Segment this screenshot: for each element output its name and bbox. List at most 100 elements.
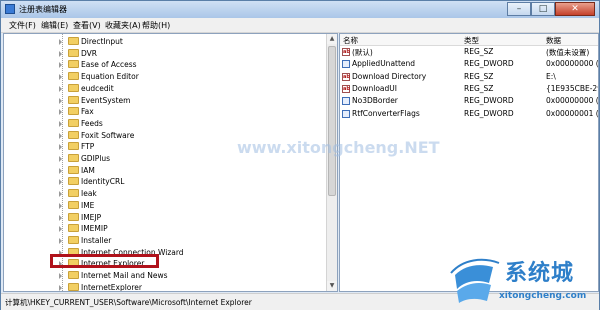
tree-item[interactable]: IdentityCRL [59, 176, 259, 187]
tree-item-label: GDIPlus [81, 154, 111, 163]
expand-arrow-icon[interactable] [59, 144, 62, 151]
tree-scrollbar[interactable]: ▲ ▼ [326, 34, 337, 291]
folder-icon [68, 95, 79, 104]
minimize-button[interactable]: – [507, 2, 531, 16]
expand-arrow-icon[interactable] [59, 74, 62, 81]
tree-item[interactable]: DVR [59, 48, 259, 59]
tree-item[interactable]: Fax [59, 106, 259, 117]
expand-arrow-icon[interactable] [59, 132, 62, 139]
value-name: AppliedUnattend [352, 59, 416, 69]
tree-item[interactable]: InternetExplorer [59, 282, 259, 292]
expand-arrow-icon[interactable] [59, 39, 62, 45]
tree-item[interactable]: Feeds [59, 118, 259, 129]
value-type: REG_DWORD [464, 96, 514, 106]
expand-arrow-icon[interactable] [59, 167, 62, 174]
expand-arrow-icon[interactable] [59, 156, 62, 162]
folder-icon [68, 60, 79, 69]
expand-arrow-icon[interactable] [59, 191, 62, 198]
expand-arrow-icon[interactable] [59, 273, 62, 279]
close-button[interactable]: ✕ [555, 2, 595, 16]
tree-item[interactable]: eudcedit [59, 83, 259, 94]
column-type[interactable]: 类型 [464, 35, 479, 46]
value-name: DownloadUI [352, 83, 397, 93]
tree-item[interactable]: DirectInput [59, 36, 259, 47]
expand-arrow-icon[interactable] [59, 284, 62, 291]
tree-item[interactable]: EventSystem [59, 95, 259, 106]
tree-item[interactable]: Ease of Access [59, 59, 259, 70]
value-name: Download Directory [352, 71, 427, 81]
expand-arrow-icon[interactable] [59, 202, 62, 209]
menu-help[interactable]: 帮助(H) [142, 20, 170, 31]
tree-item[interactable]: IMEJP [59, 212, 259, 223]
tree-item[interactable]: Equation Editor [59, 71, 259, 82]
tree-item[interactable]: Ieak [59, 188, 259, 199]
scroll-down-icon[interactable]: ▼ [327, 281, 337, 291]
string-value-icon: ab [342, 72, 350, 81]
tree-item[interactable]: FTP [59, 141, 259, 152]
maximize-button[interactable]: □ [531, 2, 555, 16]
value-row[interactable]: ab Download Directory REG_SZ E:\ [340, 71, 598, 83]
regedit-window: 注册表编辑器 – □ ✕ 文件(F) 编辑(E) 查看(V) 收藏夹(A) 帮助… [0, 0, 600, 310]
folder-icon [68, 72, 79, 81]
tree-item[interactable]: Internet Mail and News [59, 270, 259, 281]
menu-edit[interactable]: 编辑(E) [41, 20, 68, 31]
menu-view[interactable]: 查看(V) [73, 20, 101, 31]
site-logo: 系统城 xitongcheng.com [449, 251, 599, 309]
expand-arrow-icon[interactable] [59, 109, 62, 116]
tree-item[interactable]: IAM [59, 165, 259, 176]
expand-arrow-icon[interactable] [59, 179, 62, 186]
value-type: REG_DWORD [464, 108, 514, 118]
window-controls: – □ ✕ [507, 2, 595, 16]
scroll-thumb[interactable] [328, 46, 336, 196]
string-value-icon: ab [342, 84, 350, 93]
column-data[interactable]: 数据 [546, 35, 561, 46]
expand-arrow-icon[interactable] [59, 120, 62, 127]
tree-item-label: IdentityCRL [81, 177, 125, 187]
expand-arrow-icon[interactable] [59, 97, 62, 104]
column-name[interactable]: 名称 [343, 35, 358, 46]
menu-file[interactable]: 文件(F) [9, 20, 36, 31]
title-bar[interactable]: 注册表编辑器 – □ ✕ [1, 1, 599, 18]
watermark-text: www.xitongcheng.NET [237, 138, 440, 157]
value-row[interactable]: No3DBorder REG_DWORD 0x00000000 (0 [340, 95, 598, 107]
menu-favorites[interactable]: 收藏夹(A) [105, 20, 141, 31]
status-path: 计算机\HKEY_CURRENT_USER\Software\Microsoft… [5, 298, 252, 307]
folder-icon [68, 37, 79, 45]
expand-arrow-icon[interactable] [59, 214, 62, 221]
tree-item-label: Feeds [81, 118, 103, 128]
value-row[interactable]: ab DownloadUI REG_SZ {1E935CBE-29 [340, 83, 599, 95]
tree-item-label: InternetExplorer [81, 282, 143, 292]
value-name: (默认) [352, 48, 373, 57]
expand-arrow-icon[interactable] [59, 50, 62, 57]
value-data: {1E935CBE-29 [546, 83, 599, 93]
expand-arrow-icon[interactable] [59, 85, 62, 92]
logo-url: xitongcheng.com [499, 291, 587, 301]
folder-icon [68, 212, 79, 221]
tree-item[interactable]: IME [59, 200, 259, 211]
windows-logo-icon [450, 258, 500, 303]
tree-item[interactable]: Installer [59, 235, 259, 246]
folder-icon [68, 107, 79, 116]
folder-icon [68, 83, 79, 92]
tree-item-label: IAM [81, 165, 95, 175]
expand-arrow-icon[interactable] [59, 237, 62, 244]
selected-key-highlight [50, 254, 159, 268]
scroll-up-icon[interactable]: ▲ [327, 34, 337, 44]
tree-item-label: Installer [81, 235, 112, 245]
tree-item-label: Ease of Access [81, 60, 137, 70]
tree-item[interactable]: GDIPlus [59, 153, 259, 164]
value-row[interactable]: ab (默认) REG_SZ (数值未设置) [340, 46, 598, 58]
tree-item-label: eudcedit [81, 83, 114, 93]
tree-item-label: Ieak [81, 189, 97, 199]
folder-icon [68, 165, 79, 174]
expand-arrow-icon[interactable] [59, 226, 62, 233]
tree-item[interactable]: Foxit Software [59, 130, 259, 141]
value-row[interactable]: RtfConverterFlags REG_DWORD 0x00000001 (1 [340, 108, 598, 120]
value-row[interactable]: AppliedUnattend REG_DWORD 0x00000000 (0 [340, 58, 598, 70]
tree-item-label: IMEMIP [81, 224, 108, 234]
tree-item[interactable]: IMEMIP [59, 223, 259, 234]
tree-item-label: Fax [81, 107, 94, 117]
regedit-app-icon [5, 4, 15, 14]
expand-arrow-icon[interactable] [59, 62, 62, 69]
tree-item-label: DVR [81, 48, 97, 58]
